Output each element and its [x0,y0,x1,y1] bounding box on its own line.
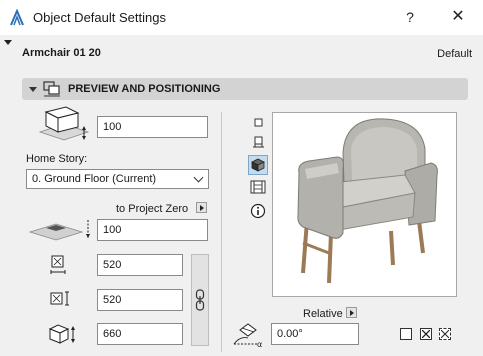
default-label: Default [437,48,472,60]
proportion-lock-button[interactable] [191,254,209,346]
height-field[interactable]: 660 [97,323,183,345]
svg-text:α: α [257,340,262,349]
window-title: Object Default Settings [33,10,166,25]
project-zero-menu-button[interactable] [196,202,207,213]
chain-link-icon [195,289,205,311]
close-button[interactable]: ✕ [446,6,470,28]
rotation-angle-icon: α [233,323,262,349]
project-zero-icon [28,220,90,241]
depth-dimension-icon [50,291,69,306]
to-project-zero-label: to Project Zero [116,203,189,215]
help-button[interactable]: ? [398,6,422,28]
mirror-x-icon [422,330,430,338]
project-zero-field[interactable]: 100 [97,219,208,241]
collapse-arrow-icon[interactable] [29,87,37,92]
armchair-preview-image [297,118,438,284]
rotation-angle-field[interactable]: 0.00° [271,323,359,345]
depth-field[interactable]: 520 [97,289,183,311]
floor-plan-icon[interactable] [249,134,267,150]
section-title: PREVIEW AND POSITIONING [68,83,221,95]
2d-symbol-icon[interactable] [249,115,267,131]
elevation-field[interactable]: 100 [97,116,208,138]
relative-label: Relative [303,308,343,320]
chevron-down-icon [193,172,204,183]
elevation-to-story-icon [38,106,90,141]
section-view-icon[interactable] [249,179,267,195]
width-field[interactable]: 520 [97,254,183,276]
info-icon[interactable] [249,203,267,219]
width-dimension-icon [50,255,66,274]
object-name: Armchair 01 20 [22,47,101,59]
relative-menu-button[interactable] [346,307,357,318]
mirror-y-checkbox[interactable] [439,328,451,340]
home-story-select[interactable]: 0. Ground Floor (Current) [26,169,209,189]
home-story-value: 0. Ground Floor (Current) [32,173,157,185]
title-bar: Object Default Settings ? ✕ [0,0,483,35]
column-divider [221,112,222,352]
preview-positioning-icon [43,81,60,97]
3d-view-button[interactable] [248,155,268,175]
height-dimension-icon [48,324,75,344]
3d-view-icon [251,158,265,172]
object-preview [272,112,457,297]
mirror-x-checkbox[interactable] [420,328,432,340]
section-header-preview[interactable]: PREVIEW AND POSITIONING [22,78,468,100]
archicad-icon [10,9,24,26]
settings-menu-caret[interactable] [4,40,12,45]
mirror-y-icon [441,330,449,338]
no-mirror-checkbox[interactable] [400,328,412,340]
home-story-label: Home Story: [26,153,88,165]
